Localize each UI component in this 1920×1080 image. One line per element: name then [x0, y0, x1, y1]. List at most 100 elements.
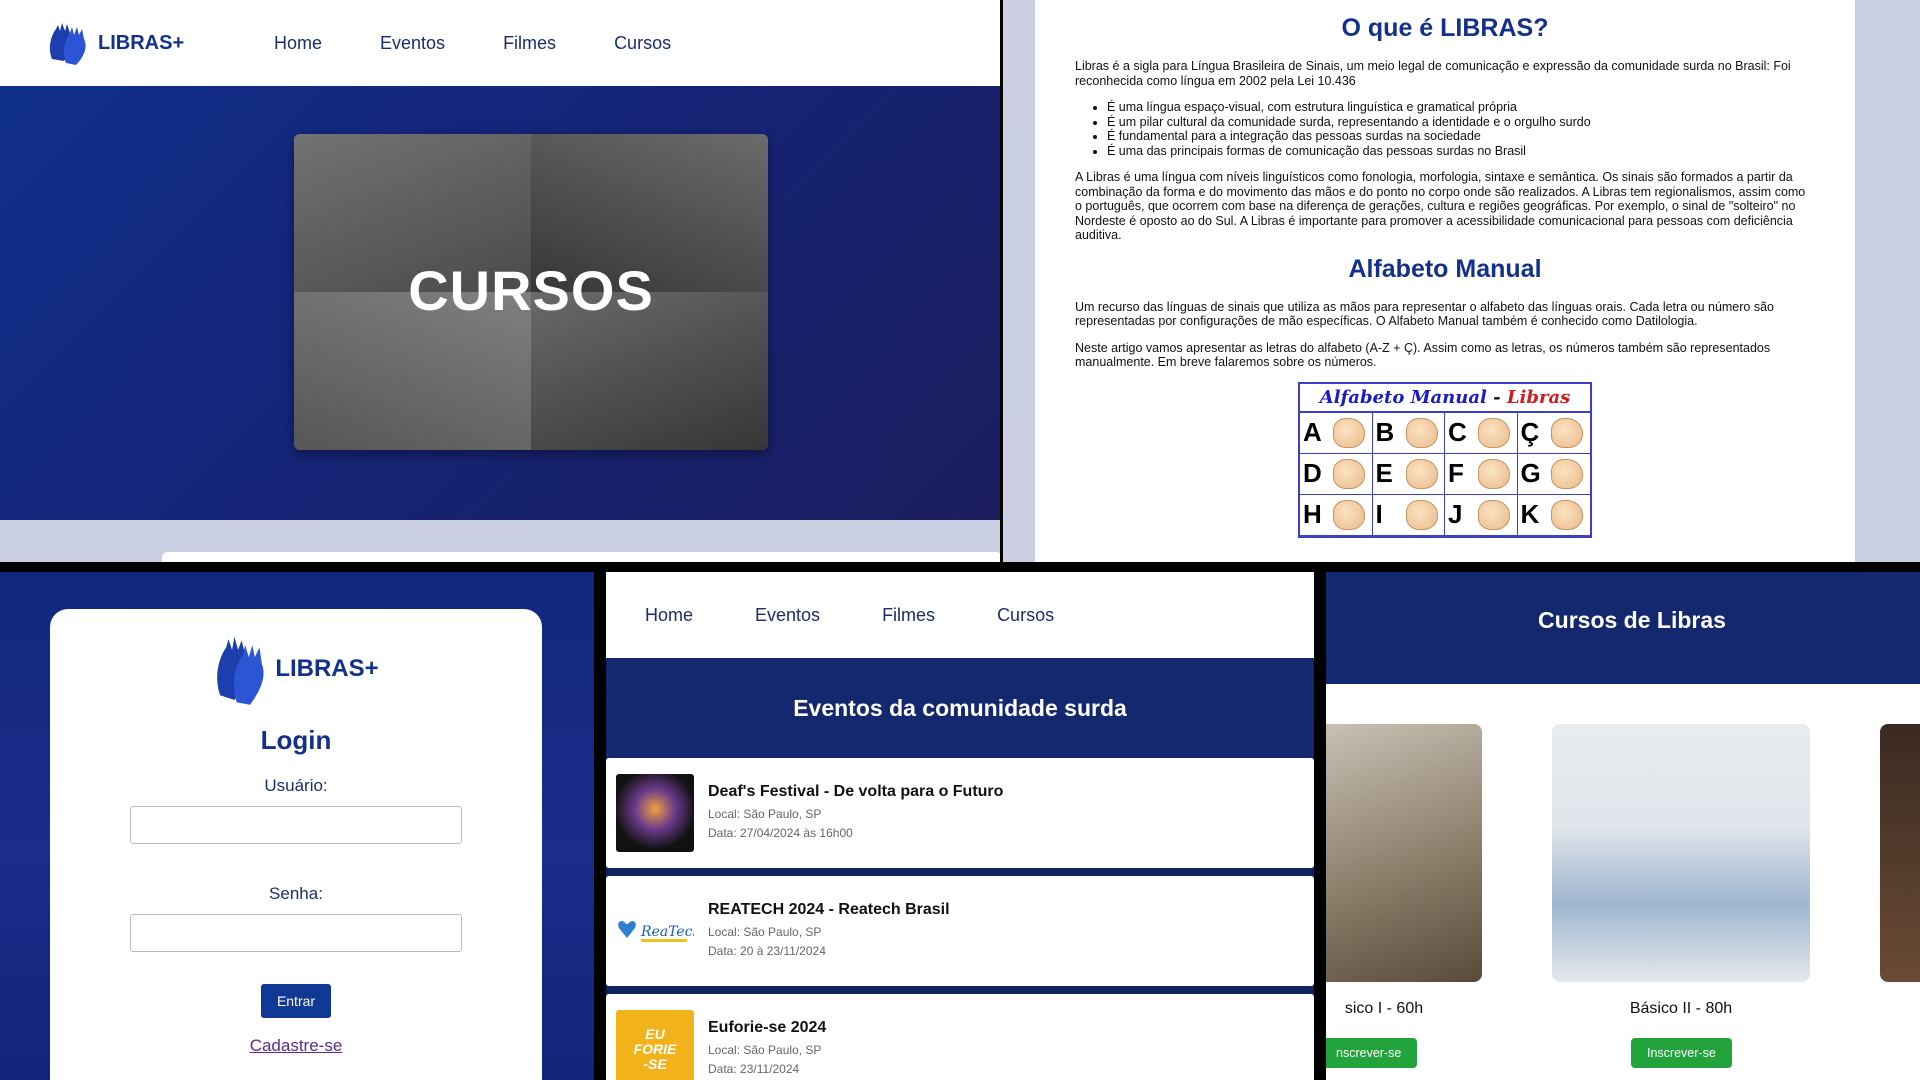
enroll-button[interactable]: nscrever-se: [1326, 1038, 1418, 1068]
top-navbar: Home Eventos Filmes Cursos: [606, 572, 1314, 658]
article-body: A Libras é uma língua com níveis linguís…: [1075, 170, 1806, 242]
course-name: sico I - 60h: [1344, 1000, 1424, 1017]
reatech-logo-icon: ReaTech: [618, 921, 694, 942]
hero-title: CURSOS: [408, 259, 654, 322]
course-image[interactable]: [1326, 724, 1482, 982]
home-page-panel: LIBRAS+ Home Eventos Filmes Cursos CURSO…: [0, 0, 1000, 562]
username-input[interactable]: [130, 806, 462, 844]
collage: LIBRAS+ Home Eventos Filmes Cursos CURSO…: [0, 0, 1920, 1080]
password-label: Senha:: [269, 884, 323, 903]
letter-cell: D: [1300, 453, 1373, 495]
event-poster: [616, 774, 694, 852]
alphabet-chart-title: Alfabeto Manual - Libras: [1300, 384, 1590, 413]
event-location: Local: São Paulo, SP: [708, 1043, 822, 1057]
enroll-button[interactable]: Inscrever-se: [1631, 1038, 1732, 1068]
events-header: Eventos da comunidade surda: [606, 658, 1314, 758]
hand-sign-icon: [1550, 499, 1583, 530]
event-poster: EU FORIE -SE: [616, 1010, 694, 1080]
nav-cursos[interactable]: Cursos: [614, 33, 671, 54]
hand-sign-icon: [1550, 417, 1583, 448]
article: O que é LIBRAS? Libras é a sigla para Lí…: [1035, 0, 1855, 562]
hand-sign-icon: [1405, 458, 1438, 489]
username-label: Usuário:: [264, 776, 328, 795]
hand-sign-icon: [1405, 499, 1438, 530]
hands-logo-icon: [217, 636, 264, 705]
bullet-item: É um pilar cultural da comunidade surda,…: [1107, 115, 1815, 130]
event-date: Data: 20 à 23/11/2024: [708, 944, 826, 958]
letter-cell: F: [1445, 453, 1518, 495]
cursos-hero-card[interactable]: CURSOS: [294, 134, 768, 450]
nav-eventos[interactable]: Eventos: [380, 33, 445, 54]
password-input[interactable]: [130, 914, 462, 952]
hand-sign-icon: [1550, 458, 1583, 489]
letter-cell: G: [1517, 454, 1590, 495]
login-card: LIBRAS+ Login Usuário: Senha: Entrar Cad…: [50, 609, 542, 1080]
course-image[interactable]: [1552, 724, 1810, 982]
top-navbar: LIBRAS+ Home Eventos Filmes Cursos: [0, 0, 1000, 86]
event-title: Deaf's Festival - De volta para o Futuro: [708, 783, 1004, 800]
hand-sign-icon: [1333, 458, 1365, 489]
courses-header: Cursos de Libras: [1326, 572, 1920, 684]
article-title: O que é LIBRAS?: [1341, 14, 1549, 42]
events-panel: Home Eventos Filmes Cursos Eventos da co…: [606, 572, 1314, 1080]
logo-text: LIBRAS+: [275, 655, 379, 682]
nav-eventos[interactable]: Eventos: [755, 605, 820, 626]
event-date: Data: 23/11/2024: [708, 1062, 800, 1076]
letter-cell: K: [1517, 495, 1590, 536]
events-list: Deaf's Festival - De volta para o Futuro…: [606, 758, 1314, 1080]
event-card[interactable]: ReaTech REATECH 2024 - Reatech Brasil Lo…: [606, 876, 1314, 986]
hands-logo-icon: [49, 23, 86, 65]
event-location: Local: São Paulo, SP: [708, 925, 822, 939]
bullet-item: É uma das principais formas de comunicaç…: [1107, 144, 1815, 159]
alphabet-paragraph-2: Neste artigo vamos apresentar as letras …: [1075, 340, 1771, 370]
event-location: Local: São Paulo, SP: [708, 807, 822, 821]
login-panel: LIBRAS+ Login Usuário: Senha: Entrar Cad…: [0, 572, 594, 1080]
event-date: Data: 27/04/2024 às 16h00: [708, 826, 853, 840]
hero-banner: CURSOS: [0, 86, 1000, 520]
nav-home[interactable]: Home: [274, 33, 322, 54]
hand-sign-icon: [1333, 499, 1365, 530]
event-card[interactable]: Deaf's Festival - De volta para o Futuro…: [606, 758, 1314, 868]
login-logo: LIBRAS+: [50, 631, 542, 707]
hand-sign-icon: [1333, 417, 1365, 448]
hand-sign-icon: [1478, 458, 1510, 489]
nav-filmes[interactable]: Filmes: [882, 605, 935, 626]
letter-cell: H: [1300, 494, 1373, 536]
event-card[interactable]: EU FORIE -SE Euforie-se 2024 Local: São Pa…: [606, 994, 1314, 1080]
logo-text: LIBRAS+: [98, 31, 185, 54]
content-card-edge: [162, 552, 1000, 562]
nav-home[interactable]: Home: [645, 605, 693, 626]
letter-cell: B: [1372, 412, 1445, 454]
nav-filmes[interactable]: Filmes: [503, 33, 556, 54]
event-poster: ReaTech: [616, 892, 694, 970]
letter-cell: E: [1372, 453, 1445, 495]
hand-sign-icon: [1405, 417, 1438, 448]
event-title: Euforie-se 2024: [708, 1019, 827, 1036]
alphabet-paragraph-1: Um recurso das línguas de sinais que uti…: [1075, 299, 1774, 329]
hand-sign-icon: [1478, 417, 1510, 448]
event-title: REATECH 2024 - Reatech Brasil: [708, 901, 950, 918]
login-title: Login: [260, 725, 332, 755]
article-panel: O que é LIBRAS? Libras é a sigla para Lí…: [1003, 0, 1920, 562]
nav-cursos[interactable]: Cursos: [997, 605, 1054, 626]
course-name: Básico II - 80h: [1629, 1000, 1733, 1017]
bullet-item: É uma língua espaço-visual, com estrutur…: [1107, 100, 1815, 115]
article-intro: Libras é a sigla para Língua Brasileira …: [1075, 59, 1791, 88]
bullet-item: É fundamental para a integração das pess…: [1107, 129, 1815, 144]
letter-cell: C: [1445, 412, 1518, 454]
poster-lettering: EU FORIE -SE: [633, 1025, 677, 1072]
course-image[interactable]: [1880, 724, 1920, 982]
logo[interactable]: LIBRAS+: [46, 19, 274, 67]
letter-cell: I: [1372, 494, 1445, 536]
hand-sign-icon: [1478, 499, 1510, 530]
alphabet-title: Alfabeto Manual: [1348, 254, 1542, 283]
register-link[interactable]: Cadastre-se: [50, 1036, 542, 1056]
letter-cell: Ç: [1517, 413, 1590, 454]
letter-cell: A: [1300, 412, 1373, 454]
login-button[interactable]: Entrar: [260, 984, 332, 1018]
courses-panel: Cursos de Libras sico I - 60h Básico II …: [1326, 572, 1920, 1080]
article-bullets: É uma língua espaço-visual, com estrutur…: [1107, 100, 1815, 158]
alphabet-chart: Alfabeto Manual - Libras A B C Ç D E F G…: [1298, 381, 1592, 538]
svg-text:ReaTech: ReaTech: [640, 924, 694, 940]
letter-cell: J: [1445, 494, 1518, 536]
